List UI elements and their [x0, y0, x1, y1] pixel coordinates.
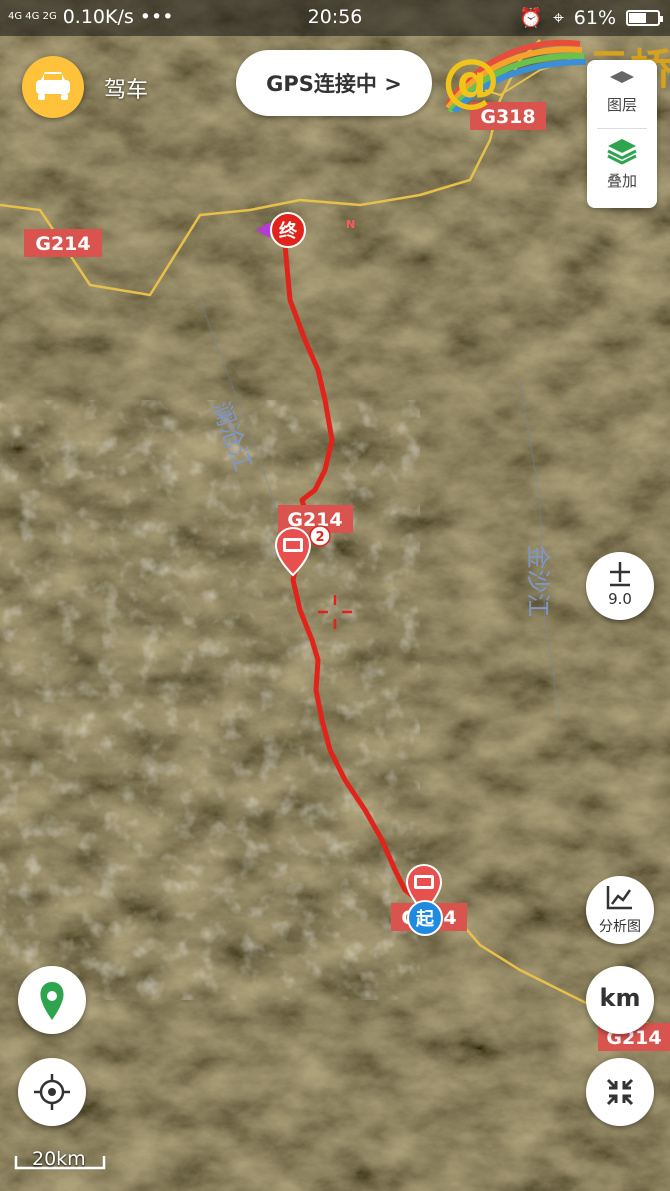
waypoint-count-badge: 2 [309, 525, 331, 547]
driving-mode-button[interactable] [22, 56, 84, 118]
layers-button[interactable]: 图层 [587, 68, 657, 115]
mode-label: 驾车 [104, 78, 149, 103]
svg-text:终: 终 [279, 220, 298, 242]
chart-icon [606, 886, 632, 910]
battery-icon [626, 9, 663, 26]
locate-button[interactable] [18, 1058, 86, 1126]
overlay-button[interactable]: 叠加 [587, 136, 657, 191]
location-status-icon: ⌖ [553, 6, 564, 29]
unit-button[interactable]: km [586, 966, 654, 1034]
svg-text:@: @ [442, 46, 500, 112]
zoom-icon [610, 562, 630, 587]
svg-text:G214: G214 [35, 233, 90, 255]
battery-percent: 61% [573, 6, 616, 29]
scale-label: 20km [32, 1148, 86, 1170]
satellite-map[interactable]: G214 G318 G214 G214 G214 澜沧江 金沙江 终 N 2 [0, 0, 670, 1191]
start-marker[interactable]: 起 [407, 900, 443, 936]
zoom-level: 9.0 [608, 590, 632, 608]
north-marker: N [346, 218, 355, 231]
footprint-icon [40, 982, 64, 1020]
panel-divider [597, 128, 647, 129]
zoom-button[interactable]: 9.0 [586, 552, 654, 620]
gps-status-button[interactable]: GPS连接中 > [236, 50, 432, 116]
car-icon [36, 72, 70, 100]
overlay-icon [607, 139, 637, 165]
layer-panel: 图层 叠加 [587, 60, 657, 208]
overlay-label: 叠加 [606, 172, 637, 190]
river-label-jinsha: 金沙江 [524, 545, 552, 617]
unit-label: km [599, 984, 641, 1012]
status-bar: 4G 4G 2G 0.10K/s ••• 20:56 ⏰ ⌖ 61% [0, 0, 670, 36]
analysis-button[interactable]: 分析图 [586, 876, 654, 944]
layers-icon [610, 71, 634, 83]
svg-text:起: 起 [415, 908, 435, 930]
footprint-button[interactable] [18, 966, 86, 1034]
road-label-g214-1: G214 [24, 229, 102, 257]
locate-icon [34, 1074, 70, 1110]
alarm-icon: ⏰ [519, 7, 544, 29]
collapse-button[interactable] [586, 1058, 654, 1126]
svg-text:2: 2 [315, 530, 324, 545]
layers-label: 图层 [606, 96, 637, 114]
analysis-label: 分析图 [599, 919, 641, 935]
battery-fill [629, 12, 646, 23]
collapse-icon [606, 1078, 634, 1106]
